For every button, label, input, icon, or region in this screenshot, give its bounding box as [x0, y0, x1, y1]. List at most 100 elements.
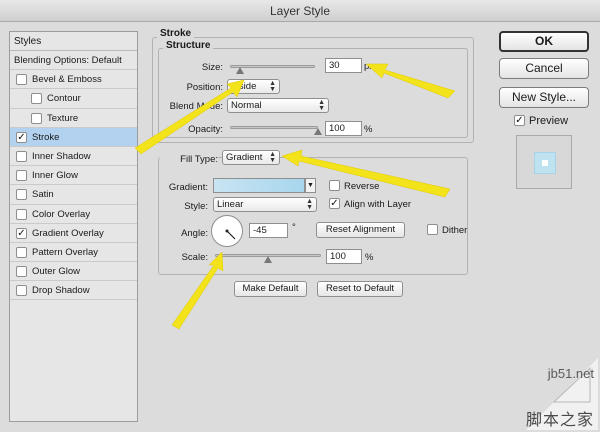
align-with-layer-checkbox[interactable] — [329, 198, 340, 209]
gradient-label: Gradient: — [168, 182, 208, 193]
fill-type-label: Fill Type: — [160, 154, 218, 165]
style-checkbox[interactable] — [31, 93, 42, 105]
styles-list-item[interactable]: Drop Shadow — [10, 281, 137, 301]
reset-alignment-button[interactable]: Reset Alignment — [316, 222, 405, 238]
chevron-updown-icon: ▲ ▼ — [306, 198, 313, 211]
style-label: Pattern Overlay — [32, 246, 98, 258]
watermark: jb51.net 脚本之家 — [520, 350, 600, 432]
styles-list-item[interactable]: Outer Glow — [10, 262, 137, 282]
size-label: Size: — [201, 62, 223, 73]
opacity-unit: % — [364, 124, 373, 135]
style-label: Bevel & Emboss — [32, 74, 102, 86]
styles-list-item[interactable]: Inner Shadow — [10, 147, 137, 167]
style-label: Blending Options: Default — [14, 55, 122, 66]
style-label: Gradient Overlay — [32, 227, 104, 239]
watermark-domain: jb51.net — [547, 366, 594, 381]
size-input[interactable]: 30 — [325, 58, 362, 73]
opacity-slider-thumb[interactable] — [314, 128, 322, 135]
position-value: Inside — [231, 81, 257, 92]
styles-items: Blending Options: Default Bevel & Emboss C… — [10, 51, 137, 301]
style-label: Color Overlay — [32, 208, 91, 220]
styles-list-item[interactable]: Texture — [10, 109, 137, 128]
style-checkbox[interactable] — [16, 246, 27, 258]
chevron-updown-icon: ▲ ▼ — [269, 80, 276, 93]
style-label: Stroke — [32, 131, 60, 143]
dither-label: Dither — [442, 225, 468, 236]
blend-mode-label: Blend Mode: — [169, 101, 223, 112]
position-label: Position: — [186, 82, 223, 93]
style-label: Style: — [184, 201, 208, 212]
styles-list-item[interactable]: Stroke — [10, 127, 137, 147]
style-label: Outer Glow — [32, 266, 81, 278]
gradient-dropdown-button[interactable]: ▼ — [305, 178, 316, 193]
style-preview-thumbnail — [516, 135, 572, 189]
reverse-checkbox[interactable] — [329, 180, 340, 191]
fill-type-value: Gradient — [226, 152, 263, 163]
styles-list-item[interactable]: Satin — [10, 185, 137, 205]
styles-list-item[interactable]: Bevel & Emboss — [10, 70, 137, 90]
angle-label: Angle: — [181, 228, 208, 239]
style-preview-swatch — [534, 152, 556, 174]
new-style-button[interactable]: New Style... — [499, 87, 589, 108]
style-checkbox[interactable] — [16, 189, 27, 201]
opacity-slider-track[interactable] — [230, 126, 318, 129]
gradient-swatch[interactable] — [213, 178, 305, 193]
style-checkbox[interactable] — [16, 227, 27, 239]
style-checkbox[interactable] — [16, 285, 27, 297]
style-checkbox[interactable] — [16, 208, 27, 220]
angle-input[interactable]: -45 — [249, 223, 288, 238]
position-select[interactable]: Inside ▲ ▼ — [227, 79, 280, 94]
style-checkbox[interactable] — [31, 112, 42, 124]
dither-checkbox[interactable] — [427, 224, 438, 235]
window-title-bar: Layer Style — [0, 0, 600, 22]
opacity-input[interactable]: 100 — [325, 121, 362, 136]
styles-list-item[interactable]: Contour — [10, 89, 137, 109]
style-checkbox[interactable] — [16, 131, 27, 143]
stroke-section-title: Stroke — [157, 28, 195, 39]
styles-list-item[interactable]: Gradient Overlay — [10, 224, 137, 243]
structure-title: Structure — [163, 40, 214, 51]
reset-to-default-button[interactable]: Reset to Default — [317, 281, 403, 297]
style-label: Contour — [47, 93, 81, 105]
chevron-down-icon: ▼ — [307, 182, 314, 189]
fill-type-select[interactable]: Gradient ▲ ▼ — [222, 150, 280, 165]
styles-list-header[interactable]: Styles — [10, 32, 137, 51]
style-checkbox[interactable] — [16, 170, 27, 182]
scale-label: Scale: — [181, 252, 208, 263]
cancel-button[interactable]: Cancel — [499, 58, 589, 79]
styles-list-item[interactable]: Blending Options: Default — [10, 51, 137, 71]
style-label: Inner Shadow — [32, 150, 91, 162]
opacity-label: Opacity: — [188, 124, 223, 135]
blend-mode-select[interactable]: Normal ▲ ▼ — [227, 98, 329, 113]
angle-dial[interactable] — [211, 215, 243, 247]
size-unit: px — [364, 61, 375, 72]
style-label: Drop Shadow — [32, 285, 90, 297]
window-title: Layer Style — [269, 4, 331, 18]
styles-list-item[interactable]: Pattern Overlay — [10, 243, 137, 263]
style-label: Inner Glow — [32, 170, 78, 182]
style-checkbox[interactable] — [16, 150, 27, 162]
watermark-chinese: 脚本之家 — [525, 410, 594, 429]
scale-slider-thumb[interactable] — [264, 256, 272, 263]
ok-button[interactable]: OK — [499, 31, 589, 52]
styles-list-item[interactable]: Color Overlay — [10, 205, 137, 224]
scale-input[interactable]: 100 — [326, 249, 362, 264]
preview-label: Preview — [529, 115, 569, 127]
styles-list-item[interactable]: Inner Glow — [10, 166, 137, 186]
make-default-button[interactable]: Make Default — [234, 281, 307, 297]
style-value: Linear — [217, 199, 244, 210]
style-label: Texture — [47, 112, 79, 124]
style-checkbox[interactable] — [16, 266, 27, 278]
styles-list: Styles Blending Options: Default Bevel & … — [9, 31, 138, 422]
angle-dial-needle-icon — [225, 229, 236, 240]
preview-checkbox[interactable] — [514, 115, 525, 126]
blend-mode-value: Normal — [231, 100, 262, 111]
style-select[interactable]: Linear ▲ ▼ — [213, 197, 317, 212]
chevron-updown-icon: ▲ ▼ — [318, 99, 325, 112]
style-label: Satin — [32, 189, 54, 201]
align-with-layer-label: Align with Layer — [344, 199, 412, 210]
size-slider-thumb[interactable] — [236, 67, 245, 74]
style-checkbox[interactable] — [16, 74, 27, 86]
chevron-updown-icon: ▲ ▼ — [269, 151, 276, 164]
reverse-label: Reverse — [344, 181, 380, 192]
